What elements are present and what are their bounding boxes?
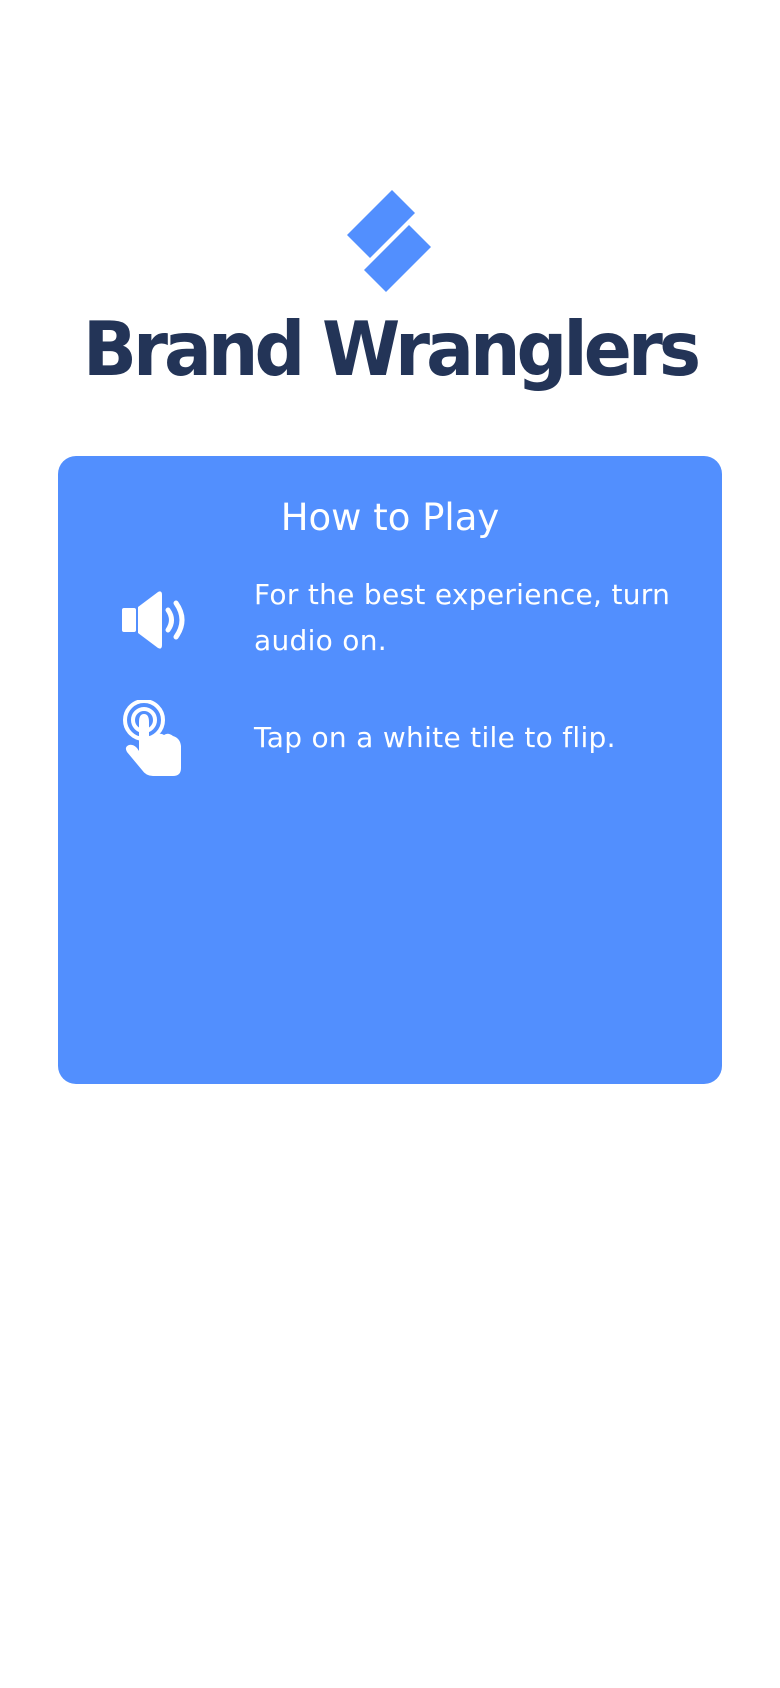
speaker-icon xyxy=(122,591,185,649)
how-to-play-card: How to Play For the best experience, tur… xyxy=(58,456,722,1084)
tap-finger-icon xyxy=(123,700,181,776)
brand-title: Brand Wranglers xyxy=(82,305,701,394)
tap-instruction-text: Tap on a white tile to flip. xyxy=(254,721,616,754)
audio-instruction-text: For the best experience, turn audio on. xyxy=(254,578,671,657)
card-title: How to Play xyxy=(280,496,500,539)
brand-logo-icon xyxy=(347,190,431,292)
